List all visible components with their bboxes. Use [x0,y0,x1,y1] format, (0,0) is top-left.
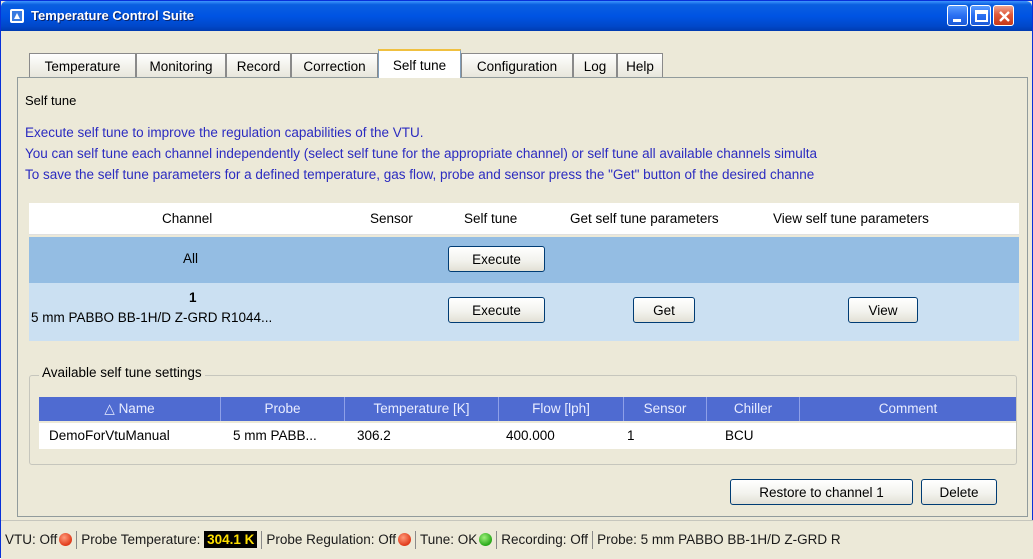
cell-flow: 400.000 [506,428,555,443]
column-sensor[interactable]: Sensor [624,397,707,421]
tab-monitoring[interactable]: Monitoring [136,53,226,77]
column-probe[interactable]: Probe [221,397,345,421]
status-separator [414,531,416,550]
status-separator [496,531,498,550]
cell-probe: 5 mm PABB... [233,428,317,443]
status-bar: VTU: Off Probe Temperature: 304.1 K Probe … [1,520,1033,559]
status-separator [261,531,263,550]
app-icon [10,9,24,23]
maximize-button[interactable] [970,5,991,26]
close-button[interactable] [993,5,1014,26]
maximize-icon [975,10,988,22]
probe-temperature-label: Probe Temperature: [81,532,205,547]
tab-log[interactable]: Log [573,53,617,77]
channel-row-1[interactable]: 1 5 mm PABBO BB-1H/D Z-GRD R1044... Exec… [29,283,1019,341]
cell-temperature: 306.2 [357,428,391,443]
column-chiller[interactable]: Chiller [707,397,800,421]
tab-self-tune[interactable]: Self tune [378,49,461,78]
execute-channel-1-button[interactable]: Execute [448,297,545,323]
status-separator [592,531,594,550]
probe-temperature-value: 304.1 K [204,531,258,548]
get-channel-1-button[interactable]: Get [633,297,695,323]
column-comment[interactable]: Comment [800,397,1016,421]
channel-row-all[interactable]: All Execute [29,237,1019,283]
restore-to-channel-button[interactable]: Restore to channel 1 [730,479,913,505]
header-self-tune: Self tune [464,211,518,226]
probe-status: Probe: 5 mm PABBO BB-1H/D Z-GRD R [597,532,841,547]
minimize-button[interactable] [947,5,968,26]
window-title: Temperature Control Suite [31,8,195,23]
execute-all-button[interactable]: Execute [448,246,545,272]
column-name[interactable]: △ Name [39,397,221,421]
self-tune-group-title: Self tune [25,93,77,108]
app-window: Temperature Control Suite Temperature Mo… [0,0,1033,559]
tune-ok-icon [479,533,493,546]
delete-button[interactable]: Delete [921,479,997,505]
header-view-params: View self tune parameters [773,211,929,226]
tune-status: Tune: OK [419,532,478,547]
available-settings-title: Available self tune settings [39,365,205,380]
probe-regulation-status: Probe Regulation: Off [266,532,396,547]
minimize-icon [953,19,961,22]
info-line-2: You can self tune each channel independe… [25,146,818,161]
column-temperature[interactable]: Temperature [K] [345,397,499,421]
regulation-off-icon [397,533,411,546]
close-icon [999,11,1010,22]
column-flow[interactable]: Flow [lph] [499,397,624,421]
channel-table-header: Channel Sensor Self tune Get self tune p… [29,203,1019,235]
tab-record[interactable]: Record [226,53,291,77]
vtu-off-icon [59,533,73,546]
info-line-3: To save the self tune parameters for a d… [25,167,815,182]
table-row[interactable]: DemoForVtuManual 5 mm PABB... 306.2 400.… [39,423,1016,449]
channel-all-label: All [183,251,199,266]
cell-sensor: 1 [627,428,635,443]
tab-configuration[interactable]: Configuration [461,53,573,77]
status-separator [76,531,78,550]
sort-ascending-icon: △ [104,401,115,416]
header-channel: Channel [162,211,213,226]
view-channel-1-button[interactable]: View [848,297,918,323]
header-get-params: Get self tune parameters [570,211,719,226]
vtu-status: VTU: Off [5,532,58,547]
settings-table-header: △ Name Probe Temperature [K] Flow [lph] … [39,397,1016,421]
info-line-1: Execute self tune to improve the regulat… [25,125,424,140]
header-sensor: Sensor [370,211,413,226]
cell-name: DemoForVtuManual [49,428,170,443]
channel-1-probe: 5 mm PABBO BB-1H/D Z-GRD R1044... [31,310,273,325]
title-bar[interactable]: Temperature Control Suite [1,1,1032,31]
tab-correction[interactable]: Correction [291,53,378,77]
tab-help[interactable]: Help [617,53,663,77]
recording-status: Recording: Off [501,532,589,547]
tab-temperature[interactable]: Temperature [29,53,136,77]
cell-chiller: BCU [725,428,754,443]
channel-1-number: 1 [189,290,197,305]
